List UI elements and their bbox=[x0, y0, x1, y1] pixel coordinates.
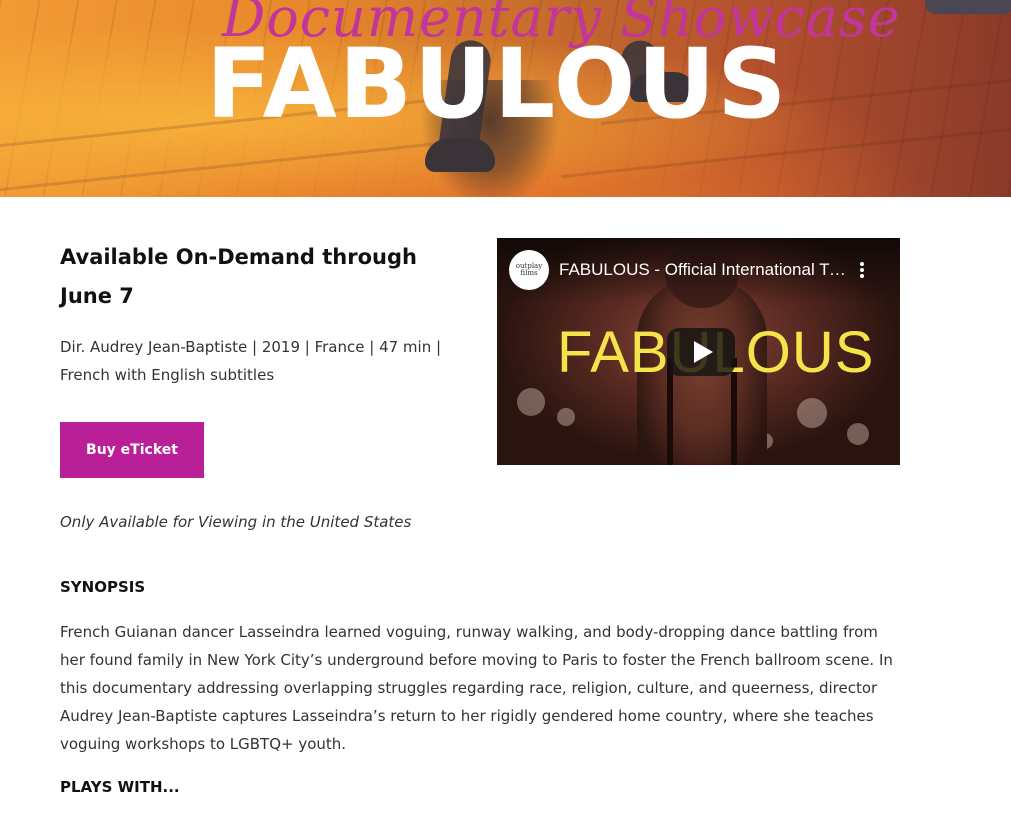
hero-banner: FABULOUS Documentary Showcase bbox=[0, 0, 1011, 197]
hero-script-title: Documentary Showcase bbox=[222, 0, 901, 49]
kebab-dot bbox=[860, 268, 864, 272]
synopsis-heading: SYNOPSIS bbox=[60, 578, 146, 596]
buy-eticket-button[interactable]: Buy eTicket bbox=[60, 422, 204, 478]
film-meta: Dir. Audrey Jean-Baptiste | 2019 | Franc… bbox=[60, 338, 442, 384]
availability-headline: Available On-Demand through June 7 bbox=[60, 245, 417, 308]
bokeh-light bbox=[557, 408, 575, 426]
trailer-video-embed[interactable]: FABULOUS outplay films FABULOUS - Offici… bbox=[497, 238, 900, 465]
bokeh-light bbox=[517, 388, 545, 416]
synopsis-body: French Guianan dancer Lasseindra learned… bbox=[60, 623, 893, 753]
video-title[interactable]: FABULOUS - Official International Traile… bbox=[559, 260, 849, 280]
kebab-dot bbox=[860, 262, 864, 266]
kebab-dot bbox=[860, 274, 864, 278]
kebab-menu-icon[interactable] bbox=[852, 260, 872, 280]
channel-logo[interactable]: outplay films bbox=[509, 250, 549, 290]
availability-note: Only Available for Viewing in the United… bbox=[60, 513, 412, 531]
dancer-shoe bbox=[925, 0, 1011, 14]
plays-with-heading: PLAYS WITH... bbox=[60, 778, 180, 796]
play-icon bbox=[693, 341, 713, 363]
bokeh-light bbox=[847, 423, 869, 445]
dancer-shoe bbox=[425, 138, 495, 172]
play-button[interactable] bbox=[667, 328, 735, 376]
bokeh-light bbox=[797, 398, 827, 428]
floor-plank bbox=[0, 139, 459, 194]
hero-title: FABULOUS bbox=[206, 28, 789, 140]
